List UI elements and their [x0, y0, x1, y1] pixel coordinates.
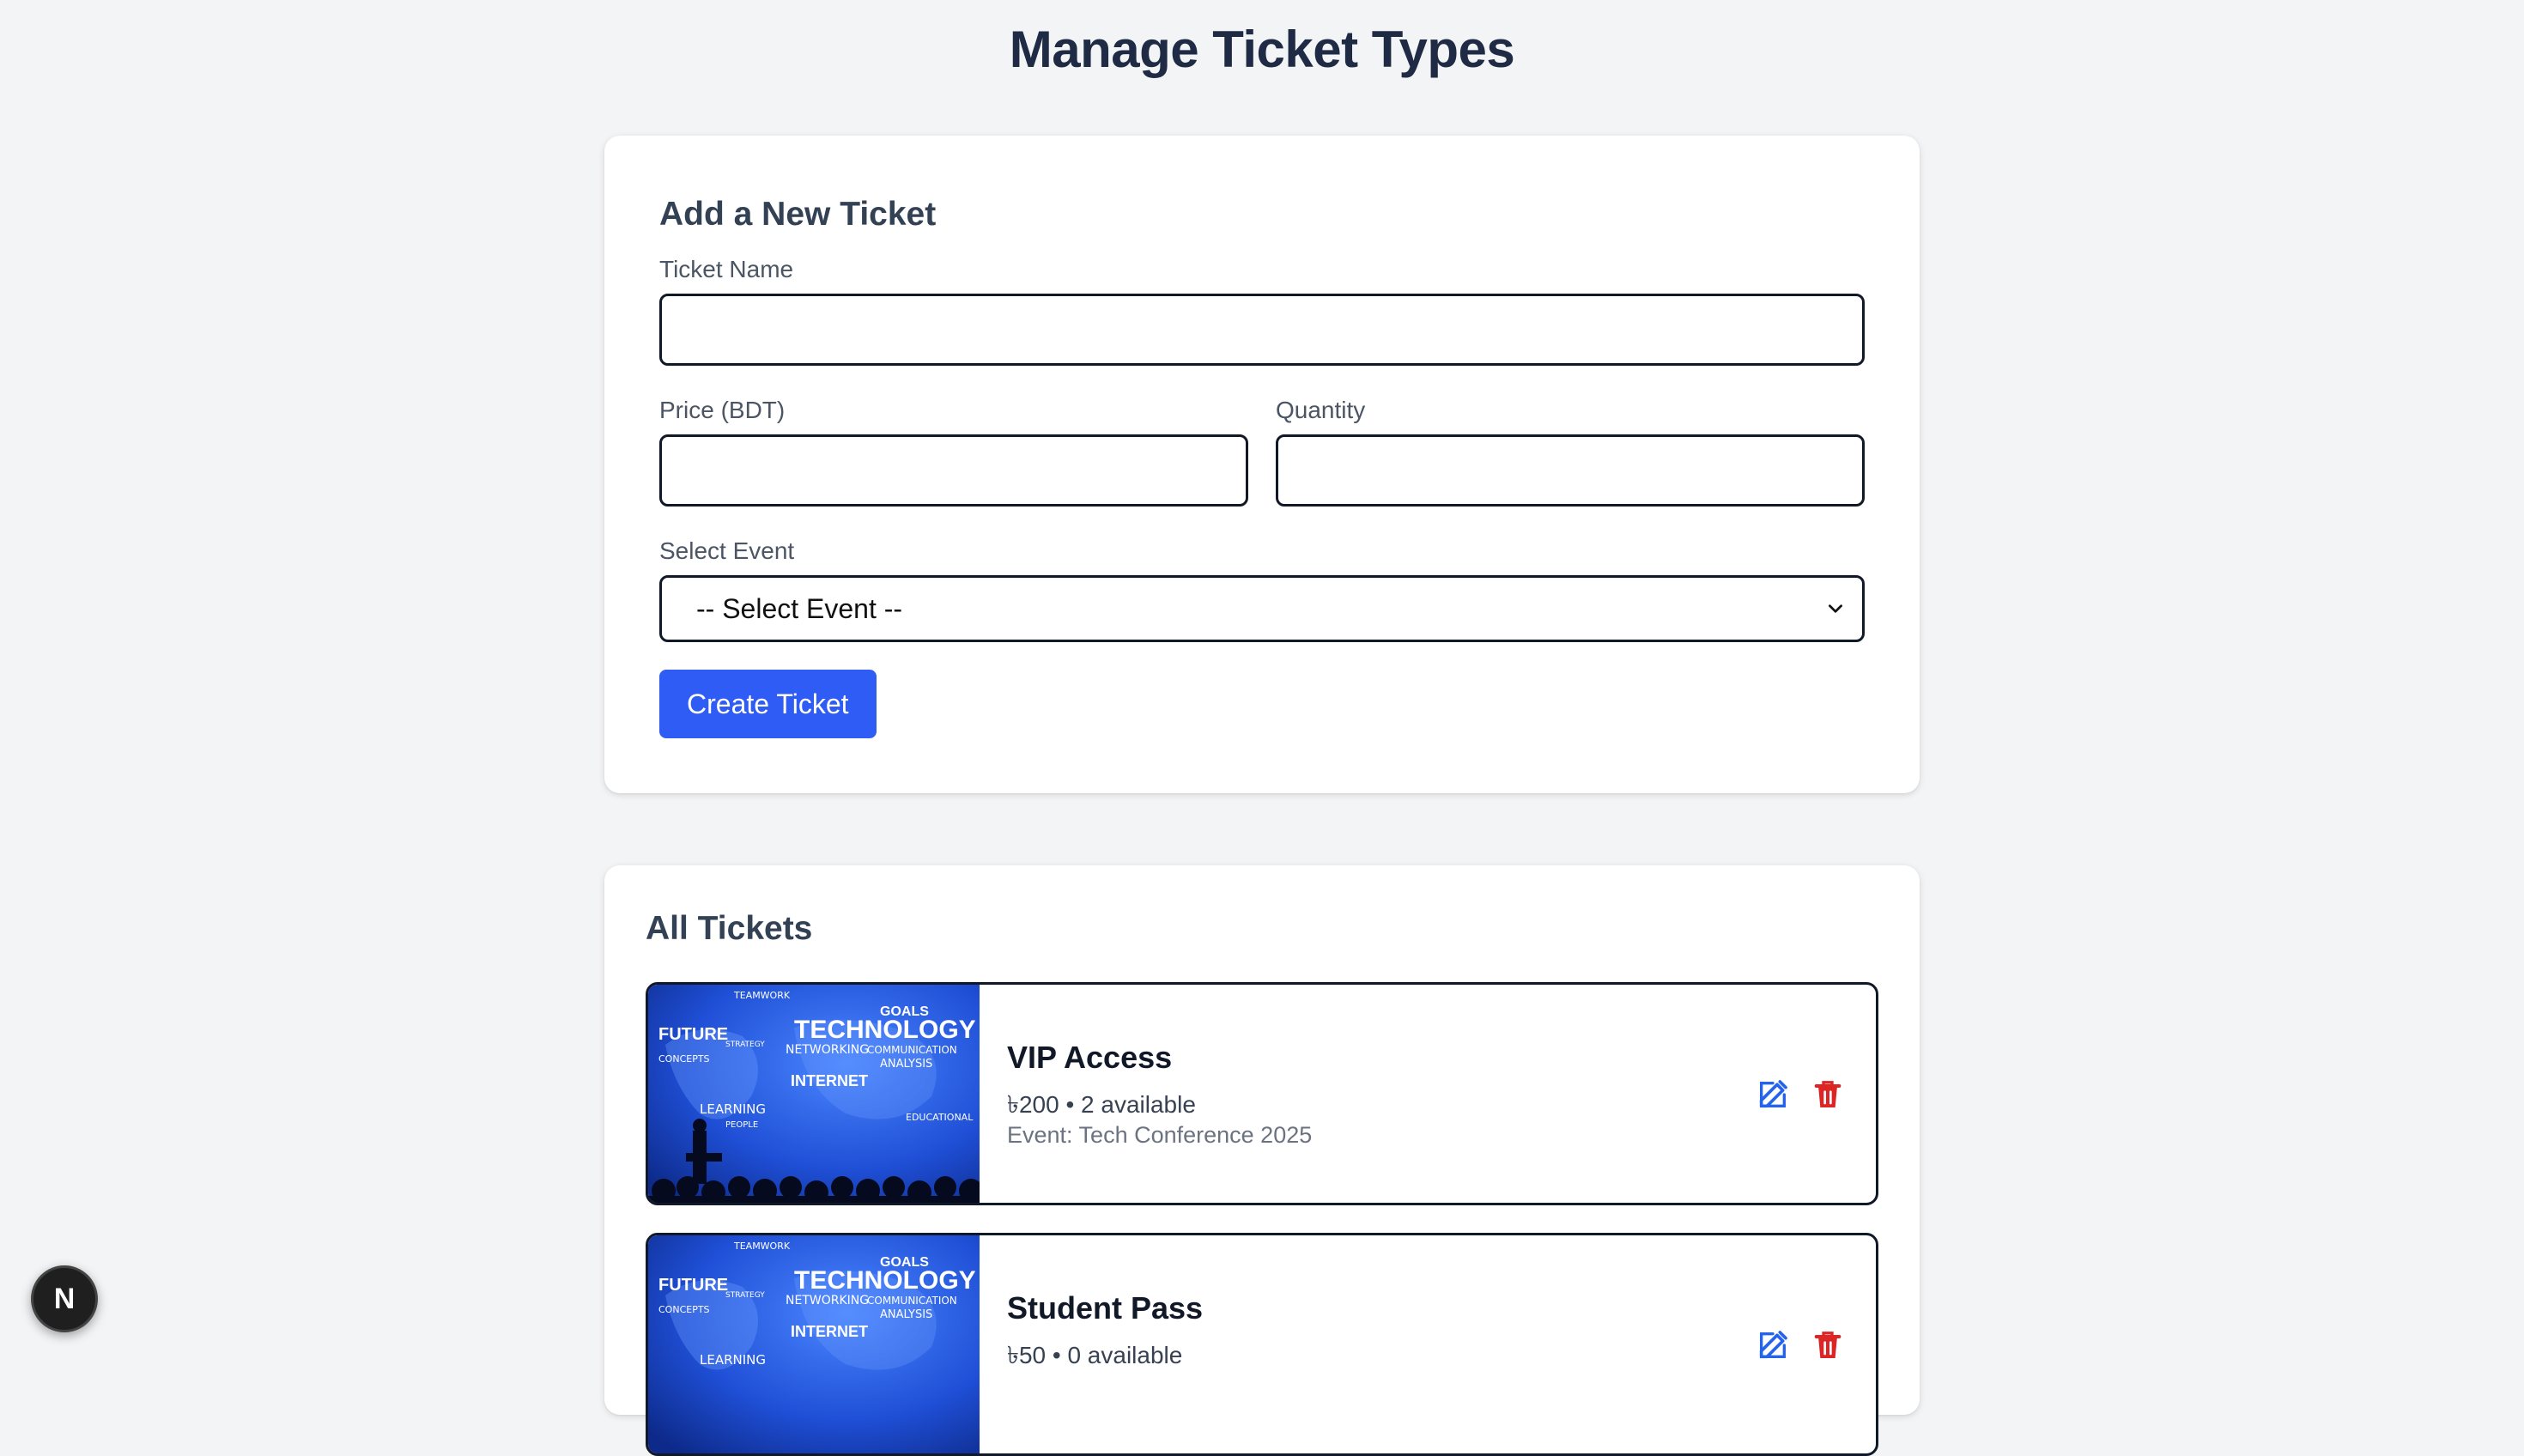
image-word: ANALYSIS	[880, 1308, 932, 1321]
ticket-name: VIP Access	[1007, 1040, 1173, 1075]
create-ticket-button[interactable]: Create Ticket	[659, 670, 877, 738]
image-word: PEOPLE	[725, 1120, 758, 1130]
quantity-label: Quantity	[1276, 397, 1366, 423]
image-word: INTERNET	[791, 1072, 868, 1089]
image-word: EDUCATIONAL	[906, 1112, 974, 1123]
ticket-name: Student Pass	[1007, 1290, 1204, 1326]
image-word: FUTURE	[658, 1025, 728, 1044]
image-word: TEAMWORK	[733, 1241, 791, 1252]
ticket-price-availability: ৳200 • 2 available	[1007, 1091, 1196, 1118]
ticket-image: TEAMWORK TECHNOLOGY GOALS FUTURE NETWORK…	[648, 1235, 980, 1453]
trash-icon[interactable]	[1811, 1328, 1845, 1362]
price-label: Price (BDT)	[659, 397, 786, 423]
event-select[interactable]: -- Select Event --	[659, 575, 1865, 642]
image-word: NETWORKING	[786, 1043, 869, 1057]
image-word: TECHNOLOGY	[794, 1016, 976, 1044]
page-title: Manage Ticket Types	[1009, 21, 1515, 78]
ticket-card-student-pass: TEAMWORK TECHNOLOGY GOALS FUTURE NETWORK…	[646, 1233, 1878, 1456]
price-input[interactable]	[659, 434, 1248, 507]
event-select-value: -- Select Event --	[696, 592, 903, 624]
image-word: TEAMWORK	[733, 990, 791, 1001]
ticket-image: TEAMWORK TECHNOLOGY GOALS FUTURE NETWORK…	[648, 985, 980, 1203]
ticket-name-label: Ticket Name	[659, 256, 794, 282]
chevron-down-icon	[1829, 604, 1842, 613]
all-tickets-card: All Tickets TEAMWORK TECHNOLOGY GOALS FU…	[604, 865, 1920, 1456]
image-word: STRATEGY	[725, 1291, 765, 1300]
form-title: Add a New Ticket	[659, 196, 937, 233]
image-word: ANALYSIS	[880, 1058, 932, 1071]
image-word: CONCEPTS	[658, 1304, 710, 1315]
n-logo-icon: N	[53, 1282, 76, 1315]
edit-icon[interactable]	[1756, 1328, 1790, 1362]
event-label: Select Event	[659, 537, 795, 564]
image-word: CONCEPTS	[658, 1053, 710, 1065]
image-word: TECHNOLOGY	[794, 1266, 976, 1295]
quantity-input[interactable]	[1276, 434, 1865, 507]
edit-icon[interactable]	[1756, 1077, 1790, 1112]
ticket-name-input[interactable]	[659, 294, 1865, 366]
image-word: STRATEGY	[725, 1040, 765, 1049]
ticket-card-vip-access: TEAMWORK TECHNOLOGY GOALS FUTURE NETWORK…	[646, 982, 1878, 1205]
image-word: NETWORKING	[786, 1294, 869, 1307]
image-word: GOALS	[880, 1255, 929, 1270]
image-word: COMMUNICATION	[867, 1295, 957, 1307]
image-word: LEARNING	[700, 1352, 766, 1368]
ticket-event: Event: Tech Conference 2025	[1007, 1122, 1313, 1148]
image-word: LEARNING	[700, 1101, 766, 1117]
trash-icon[interactable]	[1811, 1077, 1845, 1112]
image-word: FUTURE	[658, 1276, 728, 1295]
list-title: All Tickets	[646, 910, 813, 947]
nextjs-dev-badge[interactable]: N	[31, 1265, 98, 1332]
image-word: GOALS	[880, 1004, 929, 1019]
ticket-price-availability: ৳50 • 0 available	[1007, 1342, 1183, 1368]
image-word: COMMUNICATION	[867, 1044, 957, 1056]
image-word: INTERNET	[791, 1323, 868, 1340]
add-ticket-card: Add a New Ticket Ticket Name Price (BDT)…	[604, 136, 1920, 793]
